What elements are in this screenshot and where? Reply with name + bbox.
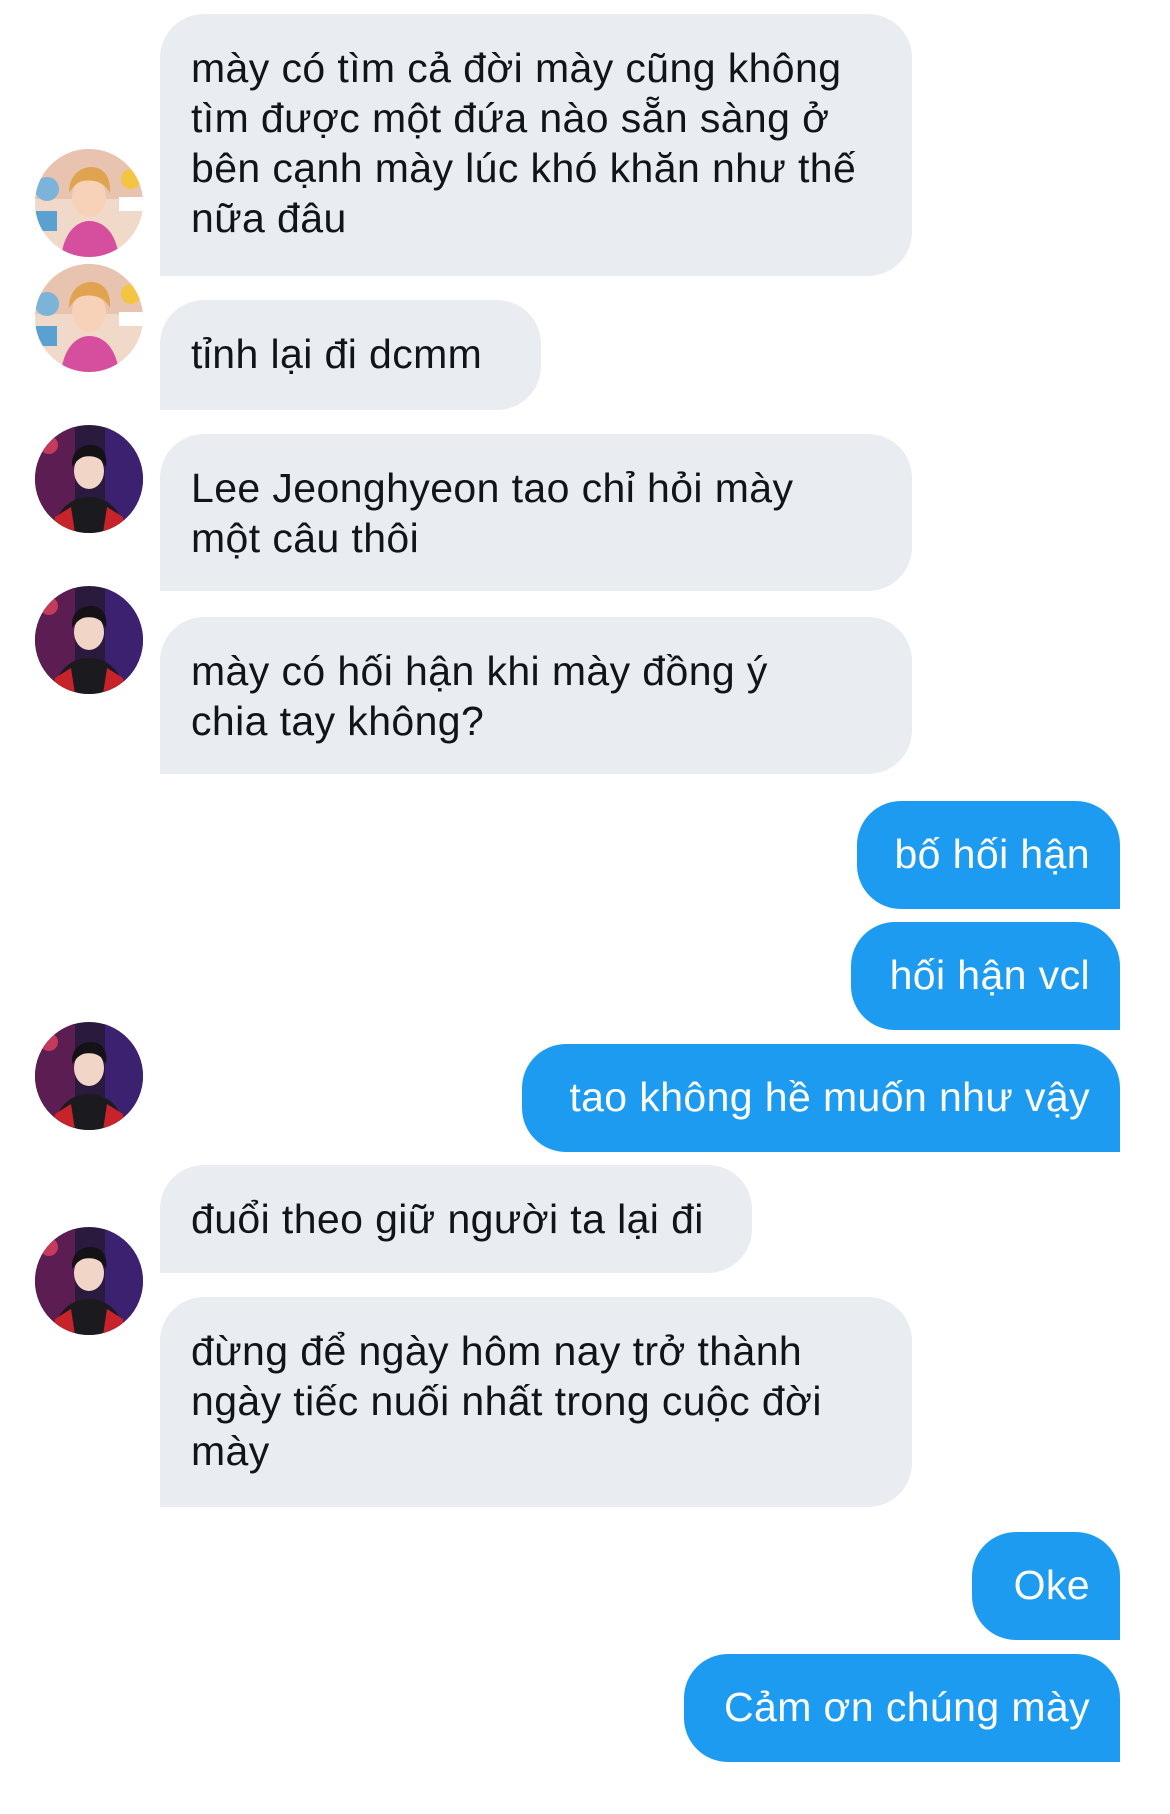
avatar-image: [35, 1022, 143, 1130]
incoming-message-bubble[interactable]: đuổi theo giữ người ta lại đi: [160, 1165, 752, 1273]
avatar-image: [35, 149, 143, 257]
incoming-message-bubble[interactable]: Lee Jeonghyeon tao chỉ hỏi mày một câu t…: [160, 434, 912, 591]
incoming-message-bubble[interactable]: mày có tìm cả đời mày cũng không tìm đượ…: [160, 14, 912, 276]
avatar-image: [35, 586, 143, 694]
outgoing-message-bubble[interactable]: Cảm ơn chúng mày: [684, 1654, 1120, 1762]
outgoing-message-bubble[interactable]: hối hận vcl: [851, 922, 1120, 1030]
avatar-icon[interactable]: [35, 425, 143, 533]
outgoing-message-bubble[interactable]: bố hối hận: [857, 801, 1120, 909]
incoming-message-bubble[interactable]: đừng để ngày hôm nay trở thành ngày tiếc…: [160, 1297, 912, 1507]
avatar-icon[interactable]: [35, 1022, 143, 1130]
avatar-image: [35, 264, 143, 372]
avatar-icon[interactable]: [35, 264, 143, 372]
avatar-icon[interactable]: [35, 586, 143, 694]
avatar-image: [35, 425, 143, 533]
incoming-message-bubble[interactable]: mày có hối hận khi mày đồng ý chia tay k…: [160, 617, 912, 774]
avatar-icon[interactable]: [35, 149, 143, 257]
incoming-message-bubble[interactable]: tỉnh lại đi dcmm: [160, 300, 541, 410]
outgoing-message-bubble[interactable]: Oke: [972, 1532, 1120, 1640]
outgoing-message-bubble[interactable]: tao không hề muốn như vậy: [522, 1044, 1120, 1152]
avatar-image: [35, 1227, 143, 1335]
avatar-icon[interactable]: [35, 1227, 143, 1335]
